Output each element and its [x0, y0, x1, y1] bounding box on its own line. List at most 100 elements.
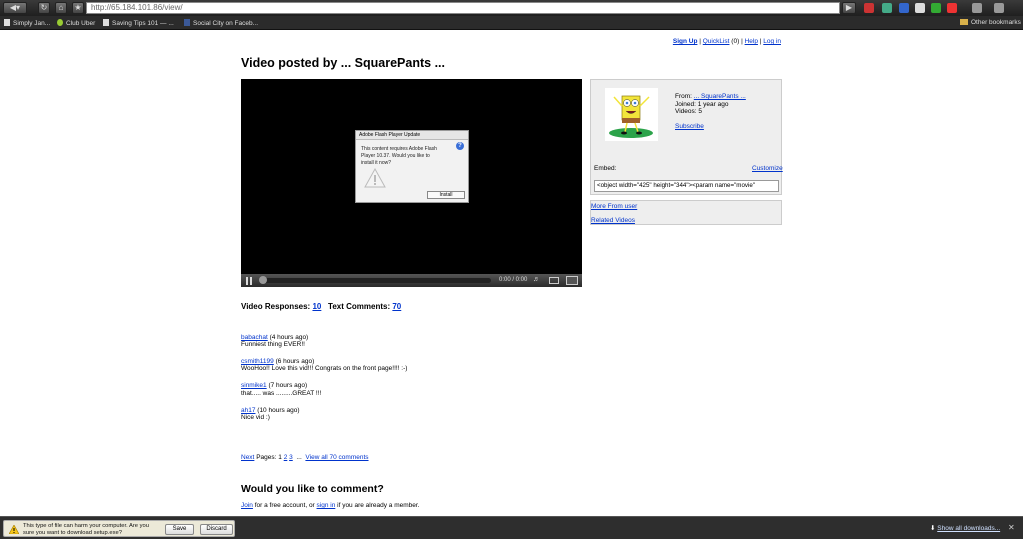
help-link[interactable]: Help — [745, 38, 758, 45]
nav-separator: | — [759, 38, 762, 45]
comment-time: (4 hours ago) — [269, 334, 309, 341]
home-button[interactable]: ⌂ — [55, 2, 67, 14]
comment-text: Nice vid :) — [241, 413, 270, 421]
top-navigation: Sign Up | QuickList (0) | Help | Log in — [673, 38, 781, 45]
current-page: 1 — [278, 454, 282, 461]
uploader-panel: From: ... SquarePants ... Joined: 1 year… — [590, 79, 783, 195]
fullscreen-icon[interactable] — [566, 276, 578, 285]
signup-link[interactable]: Sign Up — [673, 38, 698, 45]
browser-toolbar: ◀▾ ↻ ⌂ ★ http://65.184.101.86/view/ ▶ — [0, 0, 1023, 16]
join-text-end: if you are already a member. — [335, 502, 420, 509]
subscribe-link[interactable]: Subscribe — [675, 123, 704, 130]
volume-icon[interactable]: ♬ — [533, 276, 540, 283]
dialog-message: This content requires Adobe Flash Player… — [361, 146, 437, 166]
page-menu-icon[interactable] — [972, 3, 982, 13]
next-page-link[interactable]: Next — [241, 454, 254, 461]
join-prompt: Join for a free account, or sign in if y… — [241, 502, 420, 509]
widescreen-icon[interactable] — [549, 277, 559, 284]
more-from-user-link[interactable]: More From user — [591, 203, 637, 210]
back-button[interactable]: ◀▾ — [3, 2, 27, 14]
responses-summary: Video Responses: 10 Text Comments: 70 — [241, 302, 401, 311]
page-title: Video posted by ... SquarePants ... — [241, 56, 445, 70]
related-videos-link[interactable]: Related Videos — [591, 217, 635, 224]
comment-user-link[interactable]: csmith1199 — [241, 358, 274, 365]
extension-icon[interactable] — [915, 3, 925, 13]
extension-icon[interactable] — [931, 3, 941, 13]
bookmark-item[interactable]: Simply Jan... — [4, 19, 50, 27]
smiley-icon — [57, 19, 63, 26]
embed-code-input[interactable]: <object width="425" height="344"><param … — [594, 180, 779, 192]
show-all-downloads-link[interactable]: ⬇ Show all downloads... — [930, 524, 1000, 532]
extension-icon[interactable] — [899, 3, 909, 13]
quicklist-count: (0) — [731, 38, 740, 45]
extension-icon[interactable] — [882, 3, 892, 13]
joined-text: Joined: 1 year ago — [675, 100, 729, 108]
spongebob-avatar — [609, 95, 653, 138]
comment-user-link[interactable]: sinmike1 — [241, 382, 267, 389]
install-button[interactable]: Install — [427, 191, 465, 199]
show-all-downloads-label: Show all downloads... — [937, 525, 1001, 532]
comments-list: babachat (4 hours ago) Funniest thing EV… — [241, 334, 407, 431]
extension-icon[interactable] — [864, 3, 874, 13]
view-all-comments-link[interactable]: View all 70 comments — [305, 454, 368, 461]
comment-time: (10 hours ago) — [257, 406, 300, 414]
page-3-link[interactable]: 3 — [289, 454, 293, 461]
close-icon[interactable]: ✕ — [1008, 523, 1015, 532]
embed-label: Embed: — [594, 165, 617, 172]
comment-text: WooHoo!! Love this vid!!! Congrats on th… — [241, 365, 408, 373]
nav-separator: | — [741, 38, 743, 45]
download-warning-text: This type of file can harm your computer… — [23, 523, 149, 536]
text-comments-count[interactable]: 70 — [392, 302, 401, 311]
video-responses-count[interactable]: 10 — [312, 302, 321, 311]
comment-item: babachat (4 hours ago) Funniest thing EV… — [241, 334, 407, 348]
comment-item: csmith1199 (6 hours ago) WooHoo!! Love t… — [241, 358, 407, 372]
sign-in-link[interactable]: sign in — [317, 502, 336, 509]
login-link[interactable]: Log in — [763, 38, 781, 45]
comment-time: (6 hours ago) — [275, 358, 315, 366]
bookmark-item[interactable]: Social City on Faceb... — [184, 19, 258, 27]
more-links-box: More From user Related Videos — [590, 200, 782, 225]
reload-button[interactable]: ↻ — [38, 2, 50, 14]
seek-bar[interactable] — [261, 278, 491, 283]
page-2-link[interactable]: 2 — [284, 454, 288, 461]
comment-item: sinmike1 (7 hours ago) that..... was ...… — [241, 382, 407, 396]
folder-icon — [960, 19, 968, 25]
pause-icon[interactable] — [245, 277, 253, 285]
address-bar[interactable]: http://65.184.101.86/view/ — [86, 2, 840, 14]
download-shelf: This type of file can harm your computer… — [0, 516, 1023, 539]
comment-time: (7 hours ago) — [268, 382, 308, 390]
uploader-avatar[interactable] — [605, 88, 658, 141]
extension-icon[interactable] — [947, 3, 957, 13]
facebook-icon — [184, 19, 190, 26]
page-icon — [103, 19, 109, 26]
bookmark-item[interactable]: Saving Tips 101 — ... — [103, 19, 174, 27]
other-bookmarks[interactable]: Other bookmarks — [960, 19, 1021, 26]
bookmarks-bar: Simply Jan... Club Uber Saving Tips 101 … — [0, 16, 1023, 30]
comment-user-link[interactable]: ah17 — [241, 407, 255, 414]
comment-heading: Would you like to comment? — [241, 483, 384, 495]
join-link[interactable]: Join — [241, 502, 253, 509]
download-item: This type of file can harm your computer… — [3, 520, 235, 537]
from-label: From: — [675, 93, 692, 100]
quicklist-link[interactable]: QuickList — [703, 38, 730, 45]
uploader-name-link[interactable]: ... SquarePants ... — [694, 93, 746, 100]
pager-ellipsis: ... — [296, 454, 302, 461]
comment-user-link[interactable]: babachat — [241, 334, 268, 341]
discard-button[interactable]: Discard — [200, 524, 233, 535]
text-comments-label: Text Comments: — [328, 302, 391, 311]
help-icon[interactable]: ? — [456, 142, 464, 150]
bookmark-star-button[interactable]: ★ — [72, 2, 84, 14]
customize-link[interactable]: Customize — [752, 165, 783, 172]
pages-label: Pages: — [256, 454, 277, 461]
save-button[interactable]: Save — [165, 524, 194, 535]
seek-handle[interactable] — [259, 276, 267, 284]
videos-count: Videos: 5 — [675, 108, 702, 116]
nav-separator: | — [699, 38, 701, 45]
page-icon — [4, 19, 10, 26]
warning-icon — [364, 168, 386, 188]
bookmark-item[interactable]: Club Uber — [57, 19, 95, 27]
time-display: 0:00 / 0:00 — [499, 277, 528, 283]
wrench-menu-icon[interactable] — [994, 3, 1004, 13]
go-button[interactable]: ▶ — [842, 2, 856, 14]
comment-item: ah17 (10 hours ago) Nice vid :) — [241, 407, 407, 421]
